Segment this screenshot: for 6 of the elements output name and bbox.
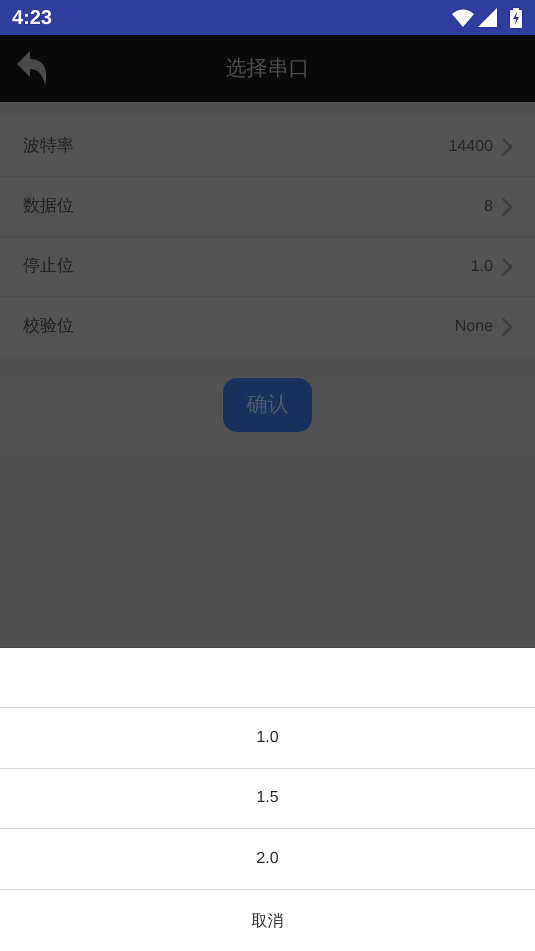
wifi-icon xyxy=(452,8,474,26)
battery-charging-icon xyxy=(509,8,523,28)
signal-icon xyxy=(478,8,497,27)
back-icon[interactable] xyxy=(17,51,49,85)
status-time: 4:23 xyxy=(12,6,52,30)
page-title: 选择串口 xyxy=(226,54,310,82)
